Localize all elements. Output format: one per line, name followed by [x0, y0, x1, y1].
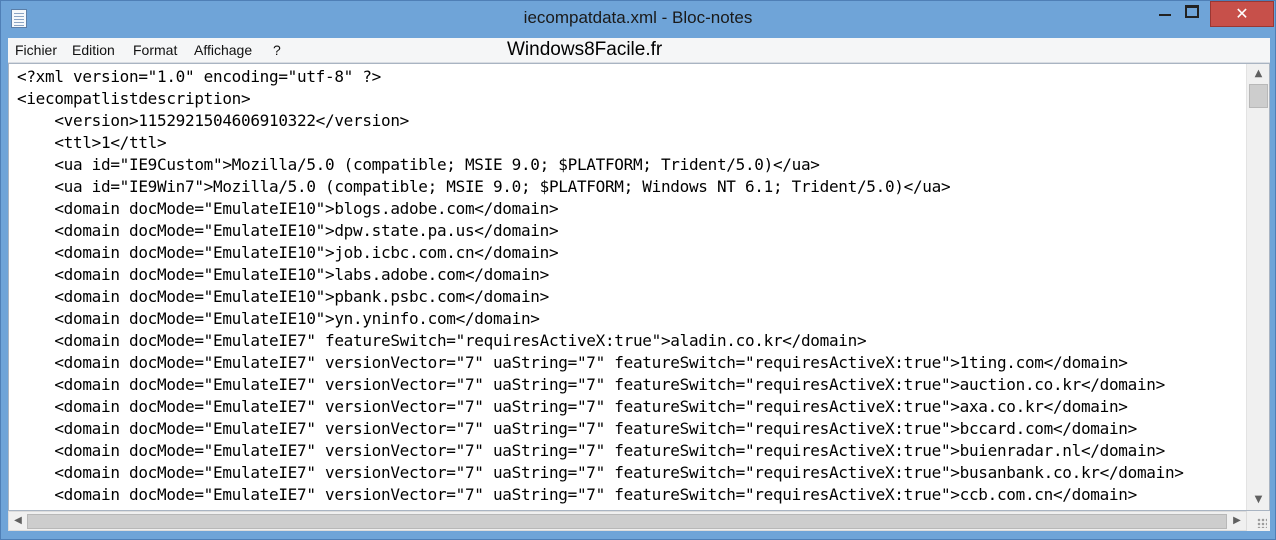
- resize-grip-icon[interactable]: [1257, 518, 1267, 528]
- horizontal-scrollbar[interactable]: ◀ ▶: [8, 511, 1247, 531]
- text-line: <ua id="IE9Win7">Mozilla/5.0 (compatible…: [17, 177, 951, 196]
- text-line: <domain docMode="EmulateIE10">dpw.state.…: [17, 221, 559, 240]
- arrow-down-icon[interactable]: ▼: [1247, 490, 1269, 510]
- text-line: <domain docMode="EmulateIE7" versionVect…: [17, 419, 1137, 438]
- text-line: <domain docMode="EmulateIE7" versionVect…: [17, 441, 1165, 460]
- menu-affichage[interactable]: Affichage: [194, 42, 252, 58]
- text-line: <domain docMode="EmulateIE10">blogs.adob…: [17, 199, 559, 218]
- horizontal-scroll-thumb[interactable]: [27, 514, 1227, 529]
- title-bar[interactable]: iecompatdata.xml - Bloc-notes ✕: [1, 1, 1275, 37]
- maximize-icon: [1185, 5, 1199, 18]
- menu-help[interactable]: ?: [273, 42, 281, 58]
- text-line: <domain docMode="EmulateIE10">yn.yninfo.…: [17, 309, 540, 328]
- text-line: <ttl>1</ttl>: [17, 133, 167, 152]
- text-line: <domain docMode="EmulateIE7" versionVect…: [17, 463, 1184, 482]
- scrollbar-corner: [1247, 511, 1270, 531]
- menu-fichier[interactable]: Fichier: [15, 42, 57, 58]
- text-line: <domain docMode="EmulateIE10">labs.adobe…: [17, 265, 549, 284]
- text-line: <domain docMode="EmulateIE7" versionVect…: [17, 353, 1128, 372]
- close-button[interactable]: ✕: [1210, 1, 1274, 27]
- arrow-up-icon[interactable]: ▲: [1247, 64, 1269, 84]
- text-line: <iecompatlistdescription>: [17, 89, 251, 108]
- text-line: <domain docMode="EmulateIE7" versionVect…: [17, 397, 1128, 416]
- text-line: <domain docMode="EmulateIE10">pbank.psbc…: [17, 287, 549, 306]
- text-line: <domain docMode="EmulateIE7" versionVect…: [17, 485, 1137, 504]
- maximize-button[interactable]: [1181, 2, 1203, 22]
- text-line: <domain docMode="EmulateIE10">job.icbc.c…: [17, 243, 559, 262]
- text-editor[interactable]: <?xml version="1.0" encoding="utf-8" ?> <…: [8, 63, 1270, 511]
- text-line: <?xml version="1.0" encoding="utf-8" ?>: [17, 67, 381, 86]
- minimize-icon: [1159, 14, 1171, 16]
- text-line: <domain docMode="EmulateIE7" versionVect…: [17, 375, 1165, 394]
- menu-bar: Fichier Edition Format Affichage ? Windo…: [8, 38, 1270, 63]
- menu-edition[interactable]: Edition: [72, 42, 115, 58]
- arrow-left-icon[interactable]: ◀: [9, 512, 27, 530]
- close-icon: ✕: [1235, 4, 1249, 23]
- vertical-scrollbar[interactable]: ▲ ▼: [1246, 64, 1269, 510]
- text-line: <domain docMode="EmulateIE7" featureSwit…: [17, 331, 867, 350]
- notepad-window: iecompatdata.xml - Bloc-notes ✕ Fichier …: [0, 0, 1276, 540]
- text-line: <version>1152921504606910322</version>: [17, 111, 409, 130]
- menu-format[interactable]: Format: [133, 42, 177, 58]
- watermark-text: Windows8Facile.fr: [507, 39, 663, 60]
- window-title: iecompatdata.xml - Bloc-notes: [523, 8, 753, 27]
- text-line: <ua id="IE9Custom">Mozilla/5.0 (compatib…: [17, 155, 820, 174]
- arrow-right-icon[interactable]: ▶: [1228, 512, 1246, 530]
- document-text[interactable]: <?xml version="1.0" encoding="utf-8" ?> <…: [17, 66, 1245, 510]
- vertical-scroll-thumb[interactable]: [1249, 84, 1268, 108]
- minimize-button[interactable]: [1154, 2, 1176, 22]
